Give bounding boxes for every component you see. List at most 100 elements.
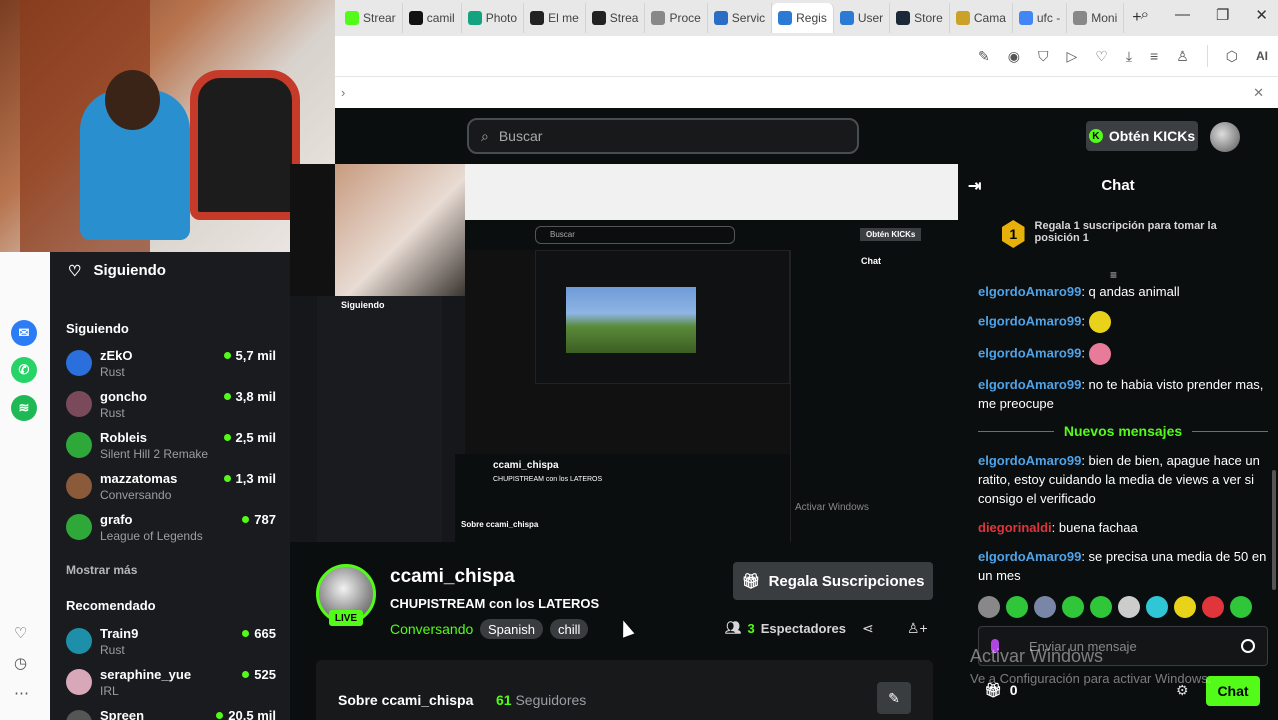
chat-panel: ⇥ Chat 1 Regala 1 suscripción para tomar… <box>958 164 1278 720</box>
stream-player[interactable]: Siguiendo Buscar Obtén KICKs Chat ccami_… <box>290 164 958 542</box>
channel-viewers: 2,5 mil <box>223 430 276 445</box>
restore-icon[interactable]: ❐ <box>1216 6 1229 24</box>
tab-label: camil <box>426 11 455 25</box>
infobar-close-icon[interactable]: ✕ <box>1253 85 1264 101</box>
tab-label: El me <box>548 11 579 25</box>
emote-icon[interactable] <box>1230 596 1252 618</box>
whatsapp-icon[interactable]: ✆ <box>11 357 37 383</box>
stream-category[interactable]: Conversando <box>390 621 473 637</box>
chat-username[interactable]: elgordoAmaro99 <box>978 377 1081 392</box>
share-icon[interactable]: ⋖ <box>862 620 874 637</box>
gift-subscriptions-button[interactable]: 🎁︎ Regala Suscripciones <box>733 562 933 600</box>
sidebar-channel[interactable]: mazzatomas Conversando 1,3 mil <box>66 471 276 509</box>
camera-icon[interactable]: ◉ <box>1008 48 1020 65</box>
sidebar-channel[interactable]: goncho Rust 3,8 mil <box>66 389 276 427</box>
sidebar-channel[interactable]: seraphine_yue IRL 525 <box>66 667 276 705</box>
chat-scrollbar[interactable] <box>1272 470 1276 590</box>
about-title: Sobre ccami_chispa <box>338 692 474 708</box>
browser-tab[interactable]: Regis <box>772 3 834 33</box>
favorites-heart-icon[interactable]: ♡ <box>14 624 27 642</box>
sidebar-channel[interactable]: Spreen 20,5 mil <box>66 708 276 720</box>
info-bar: › ✕ <box>335 76 1278 108</box>
sidebar-channel[interactable]: zEkO Rust 5,7 mil <box>66 348 276 386</box>
search-tabs-icon[interactable]: ⌕ <box>1141 6 1149 24</box>
follow-icon[interactable]: ♙+ <box>907 620 928 637</box>
history-clock-icon[interactable]: ◷ <box>14 654 27 672</box>
emote-icon[interactable] <box>1174 596 1196 618</box>
emote-icon[interactable] <box>1006 596 1028 618</box>
send-chat-button[interactable]: Chat <box>1206 676 1260 706</box>
live-dot-icon <box>223 352 231 359</box>
browser-tab[interactable]: User <box>834 3 891 33</box>
collapse-chat-icon[interactable]: ⇥ <box>968 176 981 196</box>
browser-tab[interactable]: Proce <box>645 3 708 33</box>
spotify-icon[interactable]: ≋ <box>11 395 37 421</box>
get-kicks-button[interactable]: K Obtén KICKs <box>1086 121 1198 151</box>
browser-tab[interactable]: Strea <box>586 3 646 33</box>
minimize-icon[interactable]: — <box>1175 6 1190 24</box>
browser-tab[interactable]: camil <box>403 3 462 33</box>
pinned-gift-banner[interactable]: 1 Regala 1 suscripción para tomar la pos… <box>1002 220 1242 248</box>
expand-pinned-icon[interactable]: ≡ <box>1110 268 1117 282</box>
chat-username[interactable]: elgordoAmaro99 <box>978 313 1081 328</box>
heart-icon[interactable]: ♡ <box>1095 48 1108 65</box>
tab-label: Proce <box>669 11 701 25</box>
ai-button[interactable]: AI <box>1256 49 1268 63</box>
sidebar-header[interactable]: ♡ Siguiendo <box>68 262 166 280</box>
messenger-icon[interactable]: ✉ <box>11 320 37 346</box>
emote-icon[interactable] <box>1118 596 1140 618</box>
shield-icon[interactable]: ⛉ <box>1038 48 1049 65</box>
menu-icon[interactable]: ≡ <box>1150 48 1158 64</box>
show-more-link[interactable]: Mostrar más <box>66 563 137 577</box>
emote-icon[interactable] <box>1034 596 1056 618</box>
user-icon[interactable]: ♙ <box>1176 48 1189 65</box>
edit-pencil-icon[interactable]: ✎ <box>877 682 911 714</box>
close-icon[interactable]: ✕ <box>1255 6 1268 24</box>
emote-icon[interactable] <box>1090 596 1112 618</box>
browser-tab[interactable]: El me <box>524 3 586 33</box>
followers-number: 61 <box>496 692 512 708</box>
sidebar-channel[interactable]: Robleis Silent Hill 2 Remake 2,5 mil <box>66 430 276 468</box>
browser-tab[interactable]: Store <box>890 3 950 33</box>
tag-chill[interactable]: chill <box>550 619 589 639</box>
webcam-chair <box>190 70 300 220</box>
player-game-preview <box>535 250 790 384</box>
cube-icon[interactable]: ⬡ <box>1226 48 1238 65</box>
browser-tab[interactable]: Servic <box>708 3 773 33</box>
tab-favicon-icon <box>345 11 359 25</box>
chat-text: : <box>1081 345 1085 361</box>
download-icon[interactable]: ⤓ <box>1126 48 1132 65</box>
streamer-name[interactable]: ccami_chispa <box>390 566 515 588</box>
chat-username[interactable]: diegorinaldi <box>978 520 1052 535</box>
more-options-icon[interactable]: ⋯ <box>14 684 29 702</box>
emote-icon[interactable] <box>978 596 1000 618</box>
minecraft-scene <box>566 287 696 353</box>
edit-icon[interactable]: ✎ <box>978 48 990 65</box>
new-messages-divider: Nuevos mensajes <box>978 423 1269 439</box>
sidebar-channel[interactable]: grafo League of Legends 787 <box>66 512 276 550</box>
viewer-count-text: 525 <box>254 667 276 682</box>
browser-tab[interactable]: Photo <box>462 3 525 33</box>
play-icon[interactable]: ▷ <box>1066 48 1077 65</box>
chat-username[interactable]: elgordoAmaro99 <box>978 345 1081 360</box>
emoji-icon[interactable] <box>1241 639 1255 653</box>
browser-tab[interactable]: Cama <box>950 3 1013 33</box>
about-panel: Sobre ccami_chispa 61 Seguidores ✎ <box>316 660 933 720</box>
tab-favicon-icon <box>651 11 666 25</box>
chat-username[interactable]: elgordoAmaro99 <box>978 284 1081 299</box>
tag-spanish[interactable]: Spanish <box>480 619 543 639</box>
chat-username[interactable]: elgordoAmaro99 <box>978 549 1081 564</box>
sidebar-channel[interactable]: Train9 Rust 665 <box>66 626 276 664</box>
chat-username[interactable]: elgordoAmaro99 <box>978 453 1081 468</box>
player-browser-preview <box>465 164 958 220</box>
browser-tab[interactable]: ufc - <box>1013 3 1068 33</box>
tab-label: Moni <box>1091 11 1118 25</box>
emote-icon[interactable] <box>1202 596 1224 618</box>
emote-icon[interactable] <box>1146 596 1168 618</box>
user-avatar[interactable] <box>1210 122 1240 152</box>
emote-icon[interactable] <box>1062 596 1084 618</box>
chevron-right-icon[interactable]: › <box>341 85 345 100</box>
search-input[interactable]: ⌕ Buscar <box>467 118 859 154</box>
browser-tab[interactable]: Moni <box>1067 3 1125 33</box>
browser-tab[interactable]: Strear <box>339 3 403 33</box>
